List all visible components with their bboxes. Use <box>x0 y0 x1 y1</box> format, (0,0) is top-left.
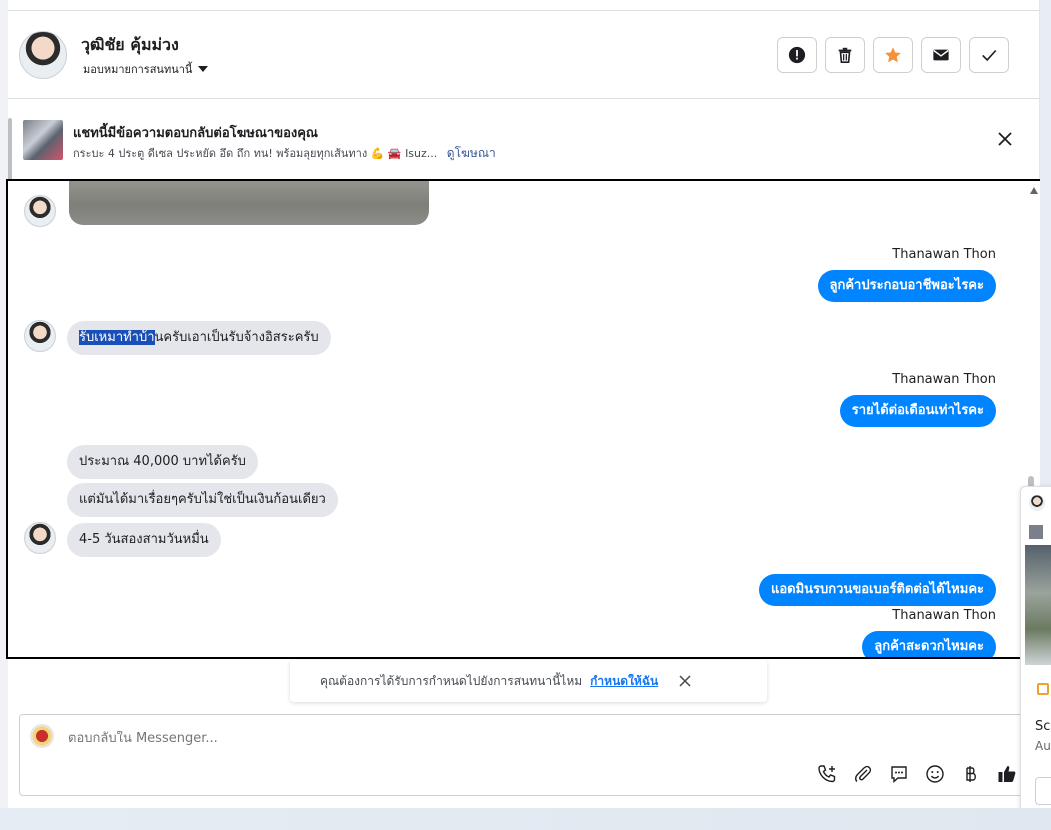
star-icon <box>885 47 901 63</box>
sender-name: Thanawan Thon <box>892 608 996 623</box>
envelope-icon <box>933 49 949 61</box>
attach-button[interactable] <box>852 763 874 785</box>
side-avatar <box>1029 495 1045 511</box>
incoming-message[interactable]: ประมาณ 40,000 บาทได้ครับ <box>67 445 258 479</box>
close-icon[interactable] <box>678 674 692 688</box>
side-thumbnail <box>1029 525 1043 539</box>
header-actions <box>777 37 1009 73</box>
incoming-message[interactable]: 4-5 วันสองสามวันหมื่น <box>67 523 221 557</box>
ad-thumbnail[interactable] <box>23 120 63 160</box>
outgoing-message[interactable]: รายได้ต่อเดือนเท่าไรคะ <box>839 395 996 427</box>
reply-input[interactable] <box>68 731 868 746</box>
mark-done-button[interactable] <box>969 37 1009 73</box>
side-image <box>1025 545 1051 665</box>
notice-text: คุณต้องการได้รับการกำหนดไปยังการสนทนานี้… <box>320 673 583 688</box>
composer-toolbar <box>816 763 1018 785</box>
incoming-message[interactable]: รับเหมาทำบ้านครับเอาเป็นรับจ้างอิสระครับ <box>67 321 331 355</box>
like-button[interactable] <box>996 763 1018 785</box>
payment-button[interactable] <box>960 763 982 785</box>
ad-banner: แชทนี้มีข้อความตอบกลับต่อโฆษณาของคุณ กระ… <box>8 100 1040 178</box>
paperclip-icon <box>855 765 872 783</box>
thumbs-up-icon <box>998 766 1016 782</box>
emoji-button[interactable] <box>924 763 946 785</box>
side-app-icon <box>1037 683 1049 695</box>
image-attachment[interactable] <box>69 181 429 225</box>
star-button[interactable] <box>873 37 913 73</box>
close-icon[interactable] <box>996 130 1014 148</box>
selected-text: รับเหมาทำบ้า <box>79 330 155 345</box>
assign-dropdown[interactable]: มอบหมายการสนทนานี้ <box>83 60 209 78</box>
call-button[interactable] <box>816 763 838 785</box>
view-ad-link[interactable]: ดูโฆษณา <box>447 146 496 160</box>
chat-bubble-icon <box>891 766 907 784</box>
side-button[interactable] <box>1035 777 1051 805</box>
delete-button[interactable] <box>825 37 865 73</box>
page-avatar <box>30 724 54 748</box>
smiley-icon <box>926 765 944 783</box>
contact-avatar-small <box>24 320 56 352</box>
check-icon <box>982 49 997 62</box>
sender-name: Thanawan Thon <box>892 247 996 262</box>
contact-avatar-small <box>24 195 56 227</box>
scroll-up-arrow-icon[interactable] <box>1030 187 1038 194</box>
side-preview-card[interactable]: Sc Au <box>1020 486 1051 822</box>
sender-name: Thanawan Thon <box>892 372 996 387</box>
contact-avatar-small <box>24 522 56 554</box>
ad-subtitle: กระบะ 4 ประตู ดีเซล ประหยัด อึด ถึก ทน! … <box>73 144 496 163</box>
outgoing-message[interactable]: ลูกค้าประกอบอาชีพอะไรคะ <box>817 270 996 302</box>
assign-label: มอบหมายการสนทนานี้ <box>83 63 193 76</box>
assign-to-me-link[interactable]: กำหนดให้ฉัน <box>590 672 658 691</box>
assign-notice: คุณต้องการได้รับการกำหนดไปยังการสนทนานี้… <box>290 660 767 702</box>
baht-icon <box>966 766 976 782</box>
bottom-strip <box>0 808 1051 830</box>
message-list[interactable]: Thanawan Thon ลูกค้าประกอบอาชีพอะไรคะ รั… <box>6 179 1042 659</box>
outgoing-message[interactable]: ลูกค้าสะดวกไหมคะ <box>862 631 996 657</box>
caret-down-icon <box>198 66 209 72</box>
ad-title: แชทนี้มีข้อความตอบกลับต่อโฆษณาของคุณ <box>73 126 318 141</box>
mark-unread-button[interactable] <box>921 37 961 73</box>
conversation-panel: วุฒิชัย คุ้มม่วง มอบหมายการสนทนานี้ แชทน… <box>6 0 1042 808</box>
contact-avatar[interactable] <box>19 31 67 79</box>
incoming-message[interactable]: แต่มันได้มาเรื่อยๆครับไม่ใช่เป็นเงินก้อน… <box>67 483 338 517</box>
report-button[interactable] <box>777 37 817 73</box>
trash-icon <box>838 47 852 64</box>
message-composer <box>19 714 1039 796</box>
contact-name[interactable]: วุฒิชัย คุ้มม่วง <box>81 33 179 58</box>
side-title: Sc <box>1035 719 1051 734</box>
side-subtitle: Au <box>1035 739 1051 753</box>
saved-replies-button[interactable] <box>888 763 910 785</box>
outgoing-message[interactable]: แอดมินรบกวนขอเบอร์ติดต่อได้ไหมคะ <box>758 574 996 606</box>
alert-icon <box>788 46 806 64</box>
conversation-header: วุฒิชัย คุ้มม่วง มอบหมายการสนทนานี้ <box>8 11 1040 99</box>
ad-description: กระบะ 4 ประตู ดีเซล ประหยัด อึด ถึก ทน! … <box>73 147 438 160</box>
phone-plus-icon <box>818 765 836 783</box>
message-text: นครับเอาเป็นรับจ้างอิสระครับ <box>154 330 319 345</box>
